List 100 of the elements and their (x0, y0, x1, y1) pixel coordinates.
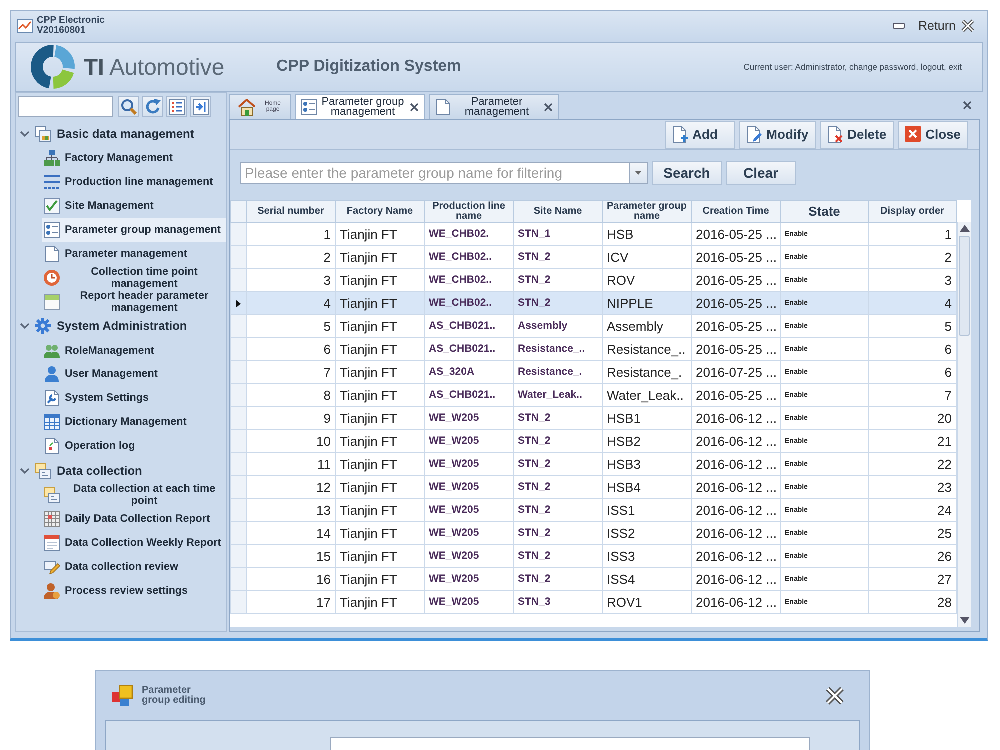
tree-item[interactable]: System Administration (33, 314, 226, 339)
minimize-button[interactable] (893, 23, 906, 29)
table-cell: Resistance_.. (602, 338, 692, 360)
tree-item[interactable]: Data Collection Weekly Report (42, 531, 226, 556)
table-cell: Tianjin FT (336, 544, 424, 568)
tree-item[interactable]: Operation log (42, 434, 226, 458)
tree-item[interactable]: Parameter management (42, 242, 226, 266)
tree-item[interactable]: Collection time point management (42, 266, 226, 290)
table-cell: AS_320A (424, 360, 514, 384)
close-button[interactable]: Close (898, 120, 968, 148)
minimize-icon (893, 23, 906, 29)
clear-button[interactable]: Clear (726, 161, 796, 185)
tree-item[interactable]: Parameter group management (42, 218, 226, 242)
tree-item[interactable]: Report header parameter management (42, 290, 226, 314)
lines-icon (44, 174, 60, 190)
refresh-button[interactable] (142, 96, 163, 117)
close-icon[interactable] (963, 101, 972, 110)
close-button[interactable] (825, 686, 845, 706)
table-cell: 7 (868, 384, 956, 406)
table-cell: ROV1 (602, 590, 692, 614)
table-cell: WE_W205 (424, 590, 514, 614)
table-cell: WE_W205 (424, 498, 514, 522)
table-cell: 14 (246, 522, 336, 544)
tree-item[interactable]: System Settings (42, 386, 226, 410)
tree-item[interactable]: User Management (42, 362, 226, 386)
table-cell: Assembly (602, 314, 692, 338)
caret-icon (635, 171, 642, 175)
arrow-button[interactable] (190, 96, 211, 117)
table-cell: STN_2 (514, 522, 602, 544)
input-field[interactable] (330, 737, 810, 750)
scroll-down-icon[interactable] (960, 617, 970, 624)
user-info: Current user: Administrator, change password, logout, exit (744, 62, 962, 72)
tree-item[interactable]: Daily Data Collection Report (42, 507, 226, 532)
table-cell: 2016-06-12 ... (692, 522, 780, 544)
table-cell: 2016-05-25 ... (692, 314, 780, 338)
table-cell: 11 (246, 452, 336, 476)
table-cell: 2016-06-12 ... (692, 590, 780, 614)
table-cell: Assembly (514, 314, 602, 338)
row-pointer-icon (236, 300, 241, 308)
tab[interactable]: Parameter group management (295, 94, 425, 119)
tree-item[interactable]: Production line management (42, 170, 226, 194)
tree-item[interactable]: Data collection at each time point (42, 483, 226, 508)
table-cell: Tianjin FT (336, 384, 424, 406)
scroll-thumb[interactable] (959, 236, 970, 336)
dialog-title: Parameter group editing (142, 686, 207, 706)
tree-item[interactable]: Factory Management (42, 146, 226, 170)
table-cell: WE_CHB02.. (424, 246, 514, 268)
table-cell: WE_W205 (424, 522, 514, 544)
close-icon (904, 126, 921, 143)
dropdown-button[interactable] (630, 162, 648, 184)
table-cell: STN_2 (514, 544, 602, 568)
delete-button[interactable]: Delete (820, 120, 894, 148)
close-icon[interactable] (410, 102, 419, 112)
search-button[interactable] (118, 96, 139, 117)
table-cell: Water_Leak.. (514, 384, 602, 406)
chevron-icon[interactable] (20, 130, 30, 138)
tree-item[interactable]: RoleManagement (42, 338, 226, 362)
table-cell: 2016-06-12 ... (692, 452, 780, 476)
list-button[interactable] (166, 96, 187, 117)
add-button[interactable]: Add (664, 120, 735, 148)
refresh-icon (144, 98, 160, 114)
table-cell: 20 (868, 406, 956, 430)
pencil-icon (44, 559, 60, 576)
tree-item[interactable]: Data collection (33, 458, 226, 484)
close-icon[interactable] (544, 102, 553, 112)
table-cell: ISS2 (602, 522, 692, 544)
table-cell: 2016-06-12 ... (692, 476, 780, 498)
table-cell: Tianjin FT (336, 314, 424, 338)
modify-button[interactable]: Modify (738, 120, 816, 148)
home-icon (238, 98, 256, 116)
search-field[interactable] (18, 96, 113, 117)
table-cell: 12 (246, 476, 336, 498)
tree-item[interactable]: Data collection review (42, 555, 226, 579)
table-cell: 8 (246, 384, 336, 406)
chevron-icon[interactable] (20, 322, 30, 330)
search-button[interactable]: Search (652, 161, 722, 185)
column-header: Production line name (424, 200, 514, 222)
tree-item[interactable]: Site Management (42, 194, 226, 218)
return-button[interactable]: Return (917, 19, 957, 33)
scrollbar[interactable] (957, 222, 971, 627)
tree-item[interactable]: Dictionary Management (42, 410, 226, 434)
tab[interactable]: Parameter management (429, 94, 559, 119)
table-cell: AS_CHB021.. (424, 384, 514, 406)
table-cell: STN_2 (514, 292, 602, 314)
cards-icon (44, 487, 60, 504)
tree-item[interactable]: Basic data management (33, 121, 226, 146)
user-icon (44, 366, 60, 382)
document-icon (435, 99, 451, 115)
filter-field[interactable]: Please enter the parameter group name for filtering (240, 162, 630, 184)
wrench-document-icon (44, 390, 60, 406)
tree-item[interactable]: Process review settings (42, 579, 226, 603)
settings-icon (35, 318, 51, 334)
table-cell: ISS3 (602, 544, 692, 568)
chevron-icon[interactable] (20, 466, 30, 475)
users-icon (44, 342, 60, 359)
scroll-up-icon[interactable] (960, 225, 970, 232)
column-header: Serial number (246, 200, 336, 222)
search-icon (120, 98, 136, 114)
table-cell: Tianjin FT (336, 406, 424, 430)
close-button[interactable] (961, 19, 975, 33)
